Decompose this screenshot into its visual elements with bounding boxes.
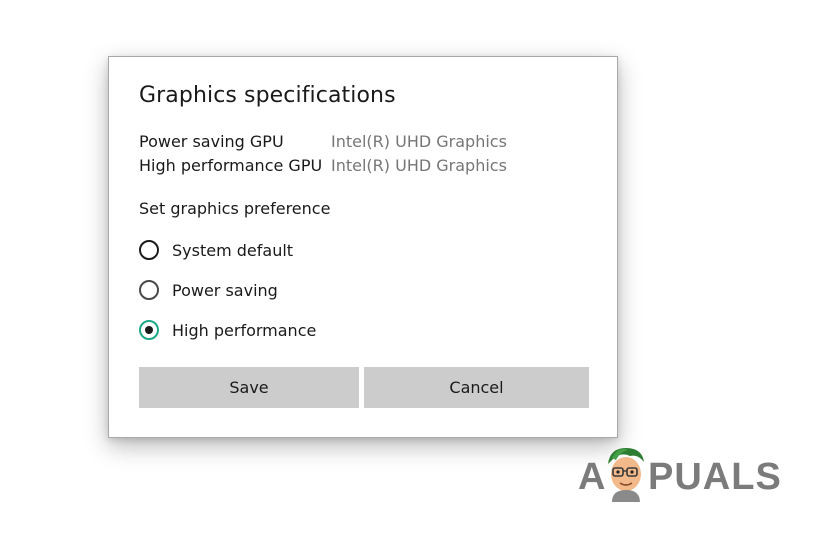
- graphics-specifications-dialog: Graphics specifications Power saving GPU…: [108, 56, 618, 438]
- spec-value: Intel(R) UHD Graphics: [331, 156, 507, 175]
- appuals-watermark-logo: A PUALS: [578, 442, 793, 504]
- radio-label: Power saving: [172, 280, 278, 300]
- radio-label: High performance: [172, 320, 317, 340]
- spec-label: Power saving GPU: [139, 132, 284, 151]
- radio-dot-icon: [145, 326, 153, 334]
- appuals-mascot-icon: [608, 448, 644, 502]
- watermark-text: PUALS: [648, 456, 782, 498]
- dialog-title: Graphics specifications: [139, 83, 396, 108]
- radio-button-unchecked-icon[interactable]: [139, 240, 159, 260]
- radio-option-high-performance[interactable]: High performance: [139, 317, 316, 343]
- radio-button-unchecked-icon[interactable]: [139, 280, 159, 300]
- radio-option-power-saving[interactable]: Power saving: [139, 277, 278, 303]
- screen: Graphics specifications Power saving GPU…: [0, 0, 826, 538]
- spec-label: High performance GPU: [139, 156, 323, 175]
- save-button[interactable]: Save: [139, 367, 359, 408]
- preference-label: Set graphics preference: [139, 199, 331, 218]
- radio-label: System default: [172, 240, 294, 260]
- cancel-button[interactable]: Cancel: [364, 367, 589, 408]
- spec-value: Intel(R) UHD Graphics: [331, 132, 507, 151]
- radio-option-system-default[interactable]: System default: [139, 237, 293, 263]
- radio-button-checked-icon[interactable]: [139, 320, 159, 340]
